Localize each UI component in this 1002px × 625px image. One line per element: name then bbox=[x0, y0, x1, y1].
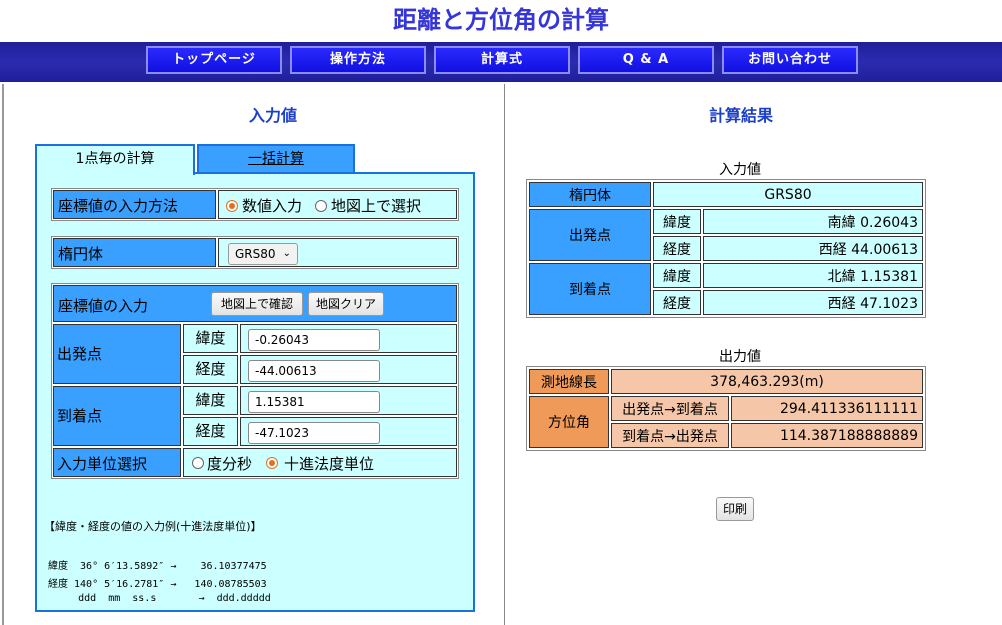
res-start-lon-label: 経度 bbox=[653, 236, 701, 261]
map-clear-button[interactable]: 地図クリア bbox=[308, 292, 384, 316]
result-section-title: 計算結果 bbox=[708, 106, 773, 125]
start-point-label: 出発点 bbox=[53, 324, 181, 384]
example-heading: 【緯度・経度の値の入力例(十進法度単位)】 bbox=[44, 520, 262, 533]
radio-decimal[interactable] bbox=[266, 457, 278, 469]
tab-batch[interactable]: 一括計算 bbox=[197, 144, 355, 174]
input-method-label: 座標値の入力方法 bbox=[53, 190, 216, 219]
example-line-1: 緯度 36° 6′13.5892″ → 36.10377475 bbox=[48, 561, 267, 572]
end-lon-input[interactable] bbox=[248, 422, 380, 444]
page-title: 距離と方位角の計算 bbox=[393, 6, 609, 34]
input-section-title: 入力値 bbox=[248, 106, 297, 125]
start-lon-input[interactable] bbox=[248, 360, 380, 382]
radio-numeric-label: 数値入力 bbox=[242, 197, 303, 215]
res-start-lat-label: 緯度 bbox=[653, 209, 701, 234]
res-end-lat-label: 緯度 bbox=[653, 263, 701, 288]
nav-top-page[interactable]: トップページ bbox=[146, 46, 282, 74]
az-forward-value: 294.411336111111 bbox=[731, 396, 923, 421]
left-frame-border bbox=[2, 84, 4, 625]
az-back-value: 114.387188888889 bbox=[731, 423, 923, 448]
result-output-table: 測地線長 378,463.293(m) 方位角 出発点→到着点 294.4113… bbox=[526, 366, 926, 451]
res-ellipsoid-value: GRS80 bbox=[653, 182, 923, 207]
result-input-caption: 入力値 bbox=[719, 162, 761, 178]
distance-label: 測地線長 bbox=[529, 369, 609, 394]
radio-map-label: 地図上で選択 bbox=[331, 197, 422, 215]
res-start-lat-value: 南緯 0.26043 bbox=[703, 209, 923, 234]
az-back-label: 到着点→出発点 bbox=[611, 423, 729, 448]
res-start-label: 出発点 bbox=[529, 209, 651, 261]
example-line-3: ddd mm ss.s → ddd.ddddd bbox=[48, 593, 271, 604]
nav-operation[interactable]: 操作方法 bbox=[290, 46, 426, 74]
tab-single[interactable]: 1点毎の計算 bbox=[35, 144, 195, 175]
print-button[interactable]: 印刷 bbox=[716, 497, 754, 521]
end-point-label: 到着点 bbox=[53, 386, 181, 446]
start-lon-label: 経度 bbox=[183, 355, 238, 384]
ellipsoid-select[interactable]: GRS80 ⌄ bbox=[228, 243, 298, 265]
azimuth-label: 方位角 bbox=[529, 396, 609, 448]
radio-decimal-label: 十進法度単位 bbox=[284, 455, 375, 473]
distance-value: 378,463.293(m) bbox=[611, 369, 923, 394]
result-output-caption: 出力値 bbox=[719, 349, 761, 365]
end-lat-input[interactable] bbox=[248, 391, 380, 413]
radio-dms-label: 度分秒 bbox=[207, 455, 253, 473]
column-divider bbox=[504, 84, 505, 625]
res-ellipsoid-label: 楕円体 bbox=[529, 182, 651, 207]
end-lat-label: 緯度 bbox=[183, 386, 238, 415]
radio-numeric[interactable] bbox=[226, 200, 238, 212]
res-end-label: 到着点 bbox=[529, 263, 651, 315]
chevron-down-icon: ⌄ bbox=[282, 248, 291, 259]
start-lat-input[interactable] bbox=[248, 329, 380, 351]
nav-qa[interactable]: Q & A bbox=[578, 46, 714, 74]
ellipsoid-label: 楕円体 bbox=[53, 238, 216, 267]
nav-formula[interactable]: 計算式 bbox=[434, 46, 570, 74]
map-confirm-button[interactable]: 地図上で確認 bbox=[211, 292, 303, 316]
res-start-lon-value: 西経 44.00613 bbox=[703, 236, 923, 261]
nav-contact[interactable]: お問い合わせ bbox=[722, 46, 858, 74]
az-forward-label: 出発点→到着点 bbox=[611, 396, 729, 421]
example-line-2: 経度 140° 5′16.2781″ → 140.08785503 bbox=[48, 579, 267, 590]
ellipsoid-select-value: GRS80 bbox=[235, 247, 276, 261]
unit-label: 入力単位選択 bbox=[53, 448, 181, 477]
result-input-table: 楕円体 GRS80 出発点 緯度 南緯 0.26043 経度 西経 44.006… bbox=[526, 179, 926, 318]
coord-header-label: 座標値の入力 bbox=[58, 297, 149, 315]
end-lon-label: 経度 bbox=[183, 417, 238, 446]
nav-bar: トップページ 操作方法 計算式 Q & A お問い合わせ bbox=[0, 42, 1002, 82]
radio-dms[interactable] bbox=[192, 457, 204, 469]
res-end-lon-label: 経度 bbox=[653, 290, 701, 315]
res-end-lat-value: 北緯 1.15381 bbox=[703, 263, 923, 288]
res-end-lon-value: 西経 47.1023 bbox=[703, 290, 923, 315]
radio-map[interactable] bbox=[315, 200, 327, 212]
start-lat-label: 緯度 bbox=[183, 324, 238, 353]
